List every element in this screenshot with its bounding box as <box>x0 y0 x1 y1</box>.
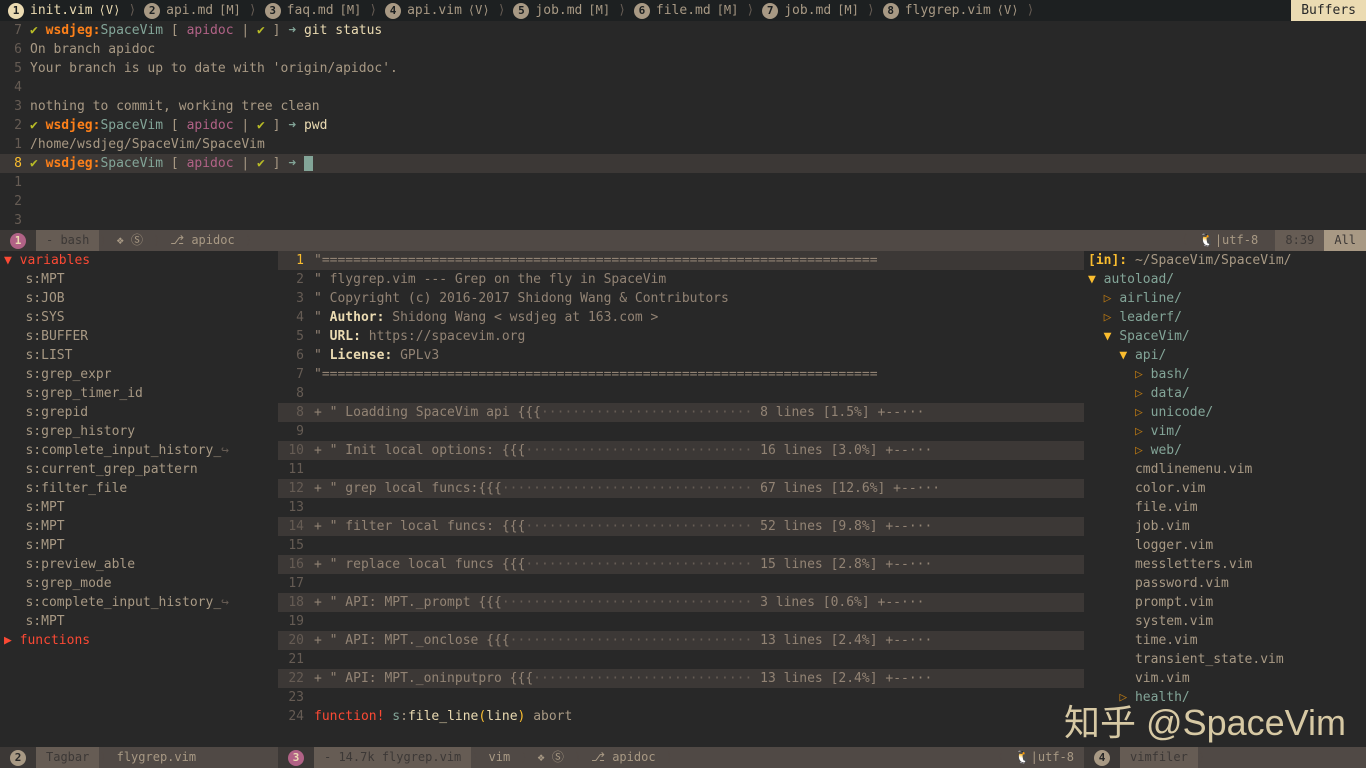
tab-file-md[interactable]: 6 file.md [M] <box>626 1 746 20</box>
fold-line[interactable]: 18+ " API: MPT._prompt {{{··············… <box>278 593 1084 612</box>
code-pane[interactable]: 1"======================================… <box>278 251 1084 747</box>
tab-flygrep-vim[interactable]: 8 flygrep.vim ⟨V⟩ <box>875 1 1027 20</box>
filetype-segment: vim <box>479 747 521 768</box>
window-number: 4 <box>1094 750 1110 766</box>
pane-name: Tagbar <box>36 747 99 768</box>
branch-segment: ⎇ apidoc <box>581 747 665 768</box>
vim-icon: ⟨V⟩ <box>99 1 121 20</box>
tagbar-pane[interactable]: ▼ variables s:MPT s:JOB s:SYS s:BUFFER s… <box>0 251 278 747</box>
symbols-segment: ❖ Ⓢ <box>527 747 573 768</box>
mode-segment: - bash <box>36 230 99 251</box>
scroll-pct: All <box>1324 230 1366 251</box>
buffers-label: Buffers <box>1291 0 1366 21</box>
tab-job-md[interactable]: 5 job.md [M] <box>505 1 618 20</box>
vim-icon: ⟨V⟩ <box>997 1 1019 20</box>
bottom-statusbars: 2 Tagbar ⟩ flygrep.vim 3 - 14.7k flygrep… <box>0 747 1366 768</box>
tab-faq-md[interactable]: 3 faq.md [M] <box>257 1 370 20</box>
window-number: 2 <box>10 750 26 766</box>
markdown-icon: [M] <box>219 1 241 20</box>
branch-segment: ⎇ apidoc <box>160 230 244 251</box>
fold-line[interactable]: 22+ " API: MPT._oninputpro {{{··········… <box>278 669 1084 688</box>
terminal-statusbar: 1 - bash ⟩ ❖ Ⓢ ⟩ ⎇ apidoc ⟩ ⟨ 🐧 | utf-8 … <box>0 230 1366 251</box>
cursor-pos: 8:39 <box>1275 230 1324 251</box>
tab-number: 1 <box>8 3 24 19</box>
symbols-segment: ❖ Ⓢ <box>107 230 153 251</box>
fold-line[interactable]: 8+ " Loadding SpaceVim api {{{··········… <box>278 403 1084 422</box>
fold-line[interactable]: 14+ " filter local funcs: {{{···········… <box>278 517 1084 536</box>
terminal-pane[interactable]: 7✔ wsdjeg:SpaceVim [ apidoc | ✔ ] ➜ git … <box>0 21 1366 230</box>
tab-job-md-2[interactable]: 7 job.md [M] <box>754 1 867 20</box>
window-number: 3 <box>288 750 304 766</box>
fold-line[interactable]: 20+ " API: MPT._onclose {{{·············… <box>278 631 1084 650</box>
os-enc: 🐧 | utf-8 <box>1004 747 1084 768</box>
vim-icon: ⟨V⟩ <box>468 1 490 20</box>
tab-api-vim[interactable]: 4 api.vim ⟨V⟩ <box>377 1 497 20</box>
pane-name: vimfiler <box>1120 747 1198 768</box>
file-size: - 14.7k flygrep.vim <box>314 747 471 768</box>
fold-line[interactable]: 12+ " grep local funcs:{{{··············… <box>278 479 1084 498</box>
markdown-icon: [M] <box>717 1 739 20</box>
os-icon: 🐧 | utf-8 <box>1189 230 1269 251</box>
tagbar-file: flygrep.vim <box>107 747 206 768</box>
markdown-icon: [M] <box>588 1 610 20</box>
tab-init-vim[interactable]: 1 init.vim ⟨V⟩ <box>0 1 128 20</box>
markdown-icon: [M] <box>837 1 859 20</box>
tab-label: init.vim <box>30 1 93 20</box>
buffer-tabbar: 1 init.vim ⟨V⟩ ⟩ 2 api.md [M] ⟩ 3 faq.md… <box>0 0 1366 21</box>
file-tree-pane[interactable]: [in]: ~/SpaceVim/SpaceVim/▼ autoload/ ▷ … <box>1084 251 1366 747</box>
fold-line[interactable]: 16+ " replace local funcs {{{···········… <box>278 555 1084 574</box>
markdown-icon: [M] <box>340 1 362 20</box>
tab-api-md[interactable]: 2 api.md [M] <box>136 1 249 20</box>
fold-line[interactable]: 10+ " Init local options: {{{···········… <box>278 441 1084 460</box>
window-number: 1 <box>10 233 26 249</box>
